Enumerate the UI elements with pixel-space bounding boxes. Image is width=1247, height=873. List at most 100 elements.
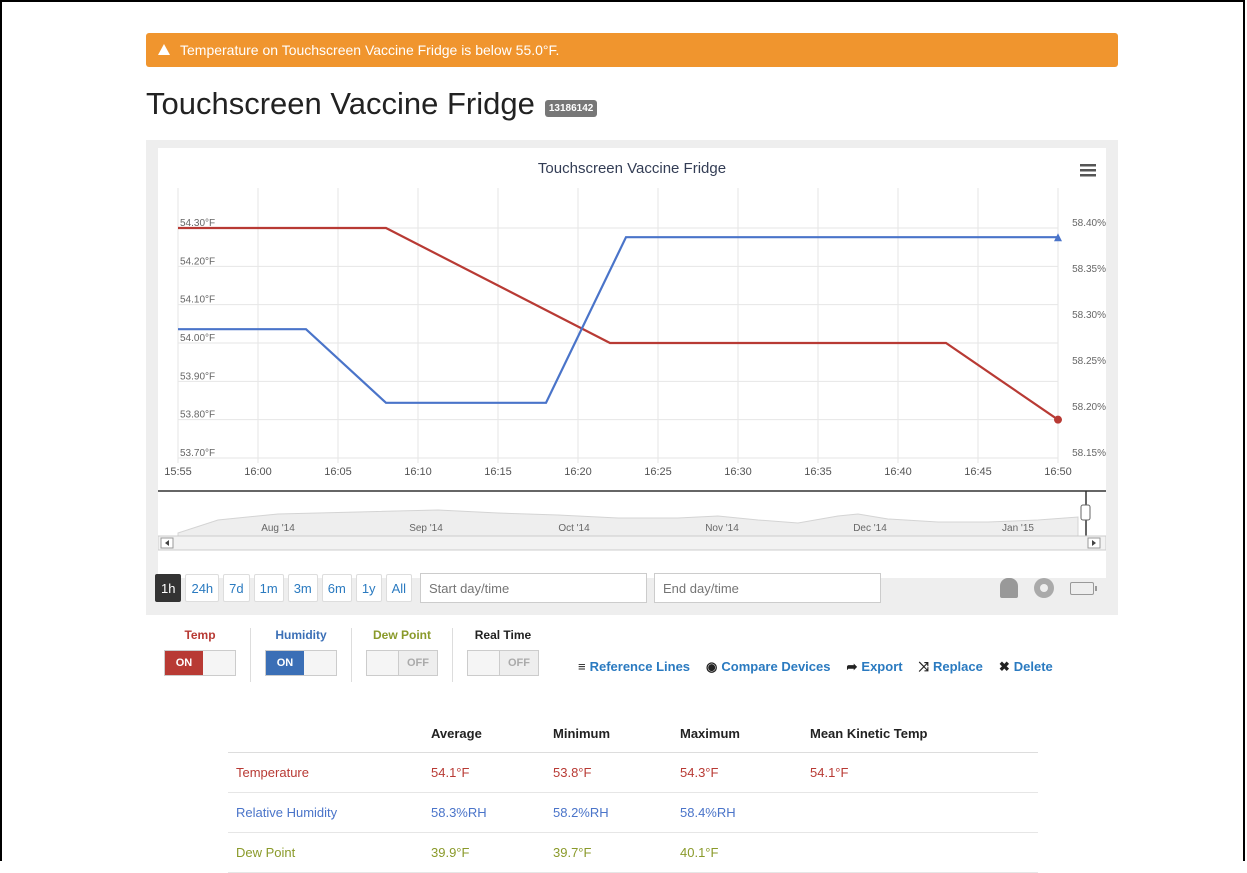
y-left-tick-label: 53.90°F: [180, 371, 215, 382]
chart-panel: Touchscreen Vaccine Fridge 53.70°F 53.80°F…: [146, 140, 1118, 615]
stats-cell-max: 40.1°F: [679, 832, 809, 873]
toggle-real-time: Real Time OFF: [453, 628, 553, 682]
toggle-switch[interactable]: OFF: [366, 650, 438, 676]
x-tick-label: 16:15: [484, 466, 512, 478]
toggle-switch[interactable]: OFF: [467, 650, 539, 676]
stats-header-average: Average: [430, 714, 552, 753]
range-button-7d[interactable]: 7d: [223, 574, 250, 602]
toggle-state: ON: [266, 651, 304, 675]
page-title: Touchscreen Vaccine Fridge 13186142: [146, 86, 598, 122]
range-button-all[interactable]: All: [385, 574, 413, 602]
y-left-tick-label: 54.20°F: [180, 256, 215, 267]
series-line-humidity: [178, 236, 1058, 404]
stats-body: Temperature 54.1°F 53.8°F 54.3°F 54.1°F Relat…: [228, 752, 1038, 873]
bell-icon[interactable]: [1000, 578, 1018, 598]
menu-bar: [1080, 169, 1096, 172]
toggle-knob: [367, 651, 398, 675]
navigator-label: Dec '14: [853, 523, 887, 534]
warning-icon: [158, 43, 170, 55]
stats-header-mkt: Mean Kinetic Temp: [809, 714, 1038, 753]
navigator-scrollbar: [157, 535, 1107, 551]
navigator-label: Oct '14: [558, 523, 590, 534]
stats-cell-mkt: 54.1°F: [809, 752, 1038, 793]
stats-cell-avg: 58.3%RH: [430, 792, 552, 833]
y-right-tick-label: 58.25%: [1072, 356, 1106, 367]
y-left-tick-label: 53.80°F: [180, 410, 215, 421]
reference-lines-link[interactable]: ≡ Reference Lines: [578, 659, 690, 675]
x-tick-label: 16:20: [564, 466, 592, 478]
stats-header-row: Average Minimum Maximum Mean Kinetic Tem…: [228, 714, 1038, 753]
reference-lines-icon: ≡: [578, 659, 586, 674]
range-buttons: 1h 24h 7d 1m 3m 6m 1y All: [155, 574, 416, 602]
close-icon: ✖: [998, 659, 1010, 674]
toggle-humidity: Humidity ON: [251, 628, 352, 682]
range-button-3m[interactable]: 3m: [287, 574, 318, 602]
stats-cell-avg: 54.1°F: [430, 752, 552, 793]
toggle-temp: Temp ON: [150, 628, 251, 682]
navigator-label: Sep '14: [409, 523, 443, 534]
y-right-tick-label: 58.15%: [1072, 448, 1106, 459]
navigator-label: Aug '14: [261, 523, 295, 534]
x-tick-label: 16:35: [804, 466, 832, 478]
replace-link[interactable]: ⤨ Replace: [919, 659, 983, 675]
range-button-1m[interactable]: 1m: [253, 574, 284, 602]
y-left-tick-label: 54.10°F: [180, 295, 215, 306]
toggle-label: Humidity: [275, 628, 327, 642]
range-button-6m[interactable]: 6m: [321, 574, 352, 602]
y-left-tick-label: 54.00°F: [180, 333, 215, 344]
chart-menu-icon[interactable]: [1080, 164, 1096, 177]
stats-table: Average Minimum Maximum Mean Kinetic Tem…: [228, 714, 1038, 873]
device-name: Touchscreen Vaccine Fridge: [146, 86, 535, 121]
end-datetime-input[interactable]: [654, 573, 882, 603]
y-right-tick-label: 58.35%: [1072, 264, 1106, 275]
range-button-24h[interactable]: 24h: [185, 574, 220, 602]
toggle-label: Temp: [184, 628, 216, 642]
export-link[interactable]: ➦ Export: [847, 659, 903, 675]
battery-icon: [1070, 581, 1097, 595]
stats-row: Dew Point 39.9°F 39.7°F 40.1°F: [228, 832, 1038, 873]
series-end-marker: [1054, 415, 1062, 424]
replace-label: Replace: [932, 659, 983, 674]
navigator-label: Jan '15: [1002, 523, 1034, 534]
toggle-switch[interactable]: ON: [265, 650, 337, 676]
range-button-1y[interactable]: 1y: [355, 574, 382, 602]
stats-cell-min: 58.2%RH: [552, 792, 679, 833]
delete-link[interactable]: ✖ Delete: [999, 659, 1053, 675]
toggle-knob: [304, 651, 336, 675]
stats-cell-min: 53.8°F: [552, 752, 679, 793]
toggle-switch[interactable]: ON: [164, 650, 236, 676]
chart-actions: ≡ Reference Lines ◉ Compare Devices ➦ Expor…: [578, 659, 1053, 675]
navigator-label: Nov '14: [705, 523, 739, 534]
stats-header-minimum: Minimum: [552, 714, 679, 753]
x-tick-label: 16:45: [964, 466, 992, 478]
compare-devices-link[interactable]: ◉ Compare Devices: [706, 659, 830, 675]
y-right-tick-label: 58.20%: [1072, 402, 1106, 413]
gear-icon[interactable]: [1034, 578, 1054, 598]
temperature-humidity-chart[interactable]: Touchscreen Vaccine Fridge 53.70°F 53.80°F…: [157, 148, 1107, 578]
menu-bar: [1080, 174, 1096, 177]
x-tick-label: 16:40: [884, 466, 912, 478]
stats-row: Temperature 54.1°F 53.8°F 54.3°F 54.1°F: [228, 752, 1038, 793]
toggle-dew-point: Dew Point OFF: [352, 628, 453, 682]
share-icon: ➦: [846, 659, 858, 674]
stats-header-empty: [228, 714, 430, 753]
x-tick-label: 16:50: [1044, 466, 1072, 478]
toggle-state: OFF: [398, 651, 437, 675]
navigator-handle: [1080, 504, 1091, 521]
stats-cell-label: Dew Point: [228, 832, 430, 873]
eye-icon: ◉: [706, 659, 718, 674]
range-button-1h[interactable]: 1h: [155, 574, 182, 602]
toggle-state: OFF: [499, 651, 538, 675]
compare-devices-label: Compare Devices: [721, 659, 831, 674]
stats-cell-label: Temperature: [228, 752, 430, 793]
x-tick-label: 16:25: [644, 466, 672, 478]
chart-tools: [1000, 578, 1097, 598]
menu-bar: [1080, 164, 1096, 167]
start-datetime-input[interactable]: [420, 573, 648, 603]
reference-lines-label: Reference Lines: [589, 659, 691, 674]
device-id-badge: 13186142: [544, 99, 598, 117]
shuffle-icon: ⤨: [918, 659, 929, 674]
y-right-tick-label: 58.40%: [1072, 218, 1106, 229]
stats-cell-mkt: [809, 792, 1038, 833]
stats-cell-avg: 39.9°F: [430, 832, 552, 873]
